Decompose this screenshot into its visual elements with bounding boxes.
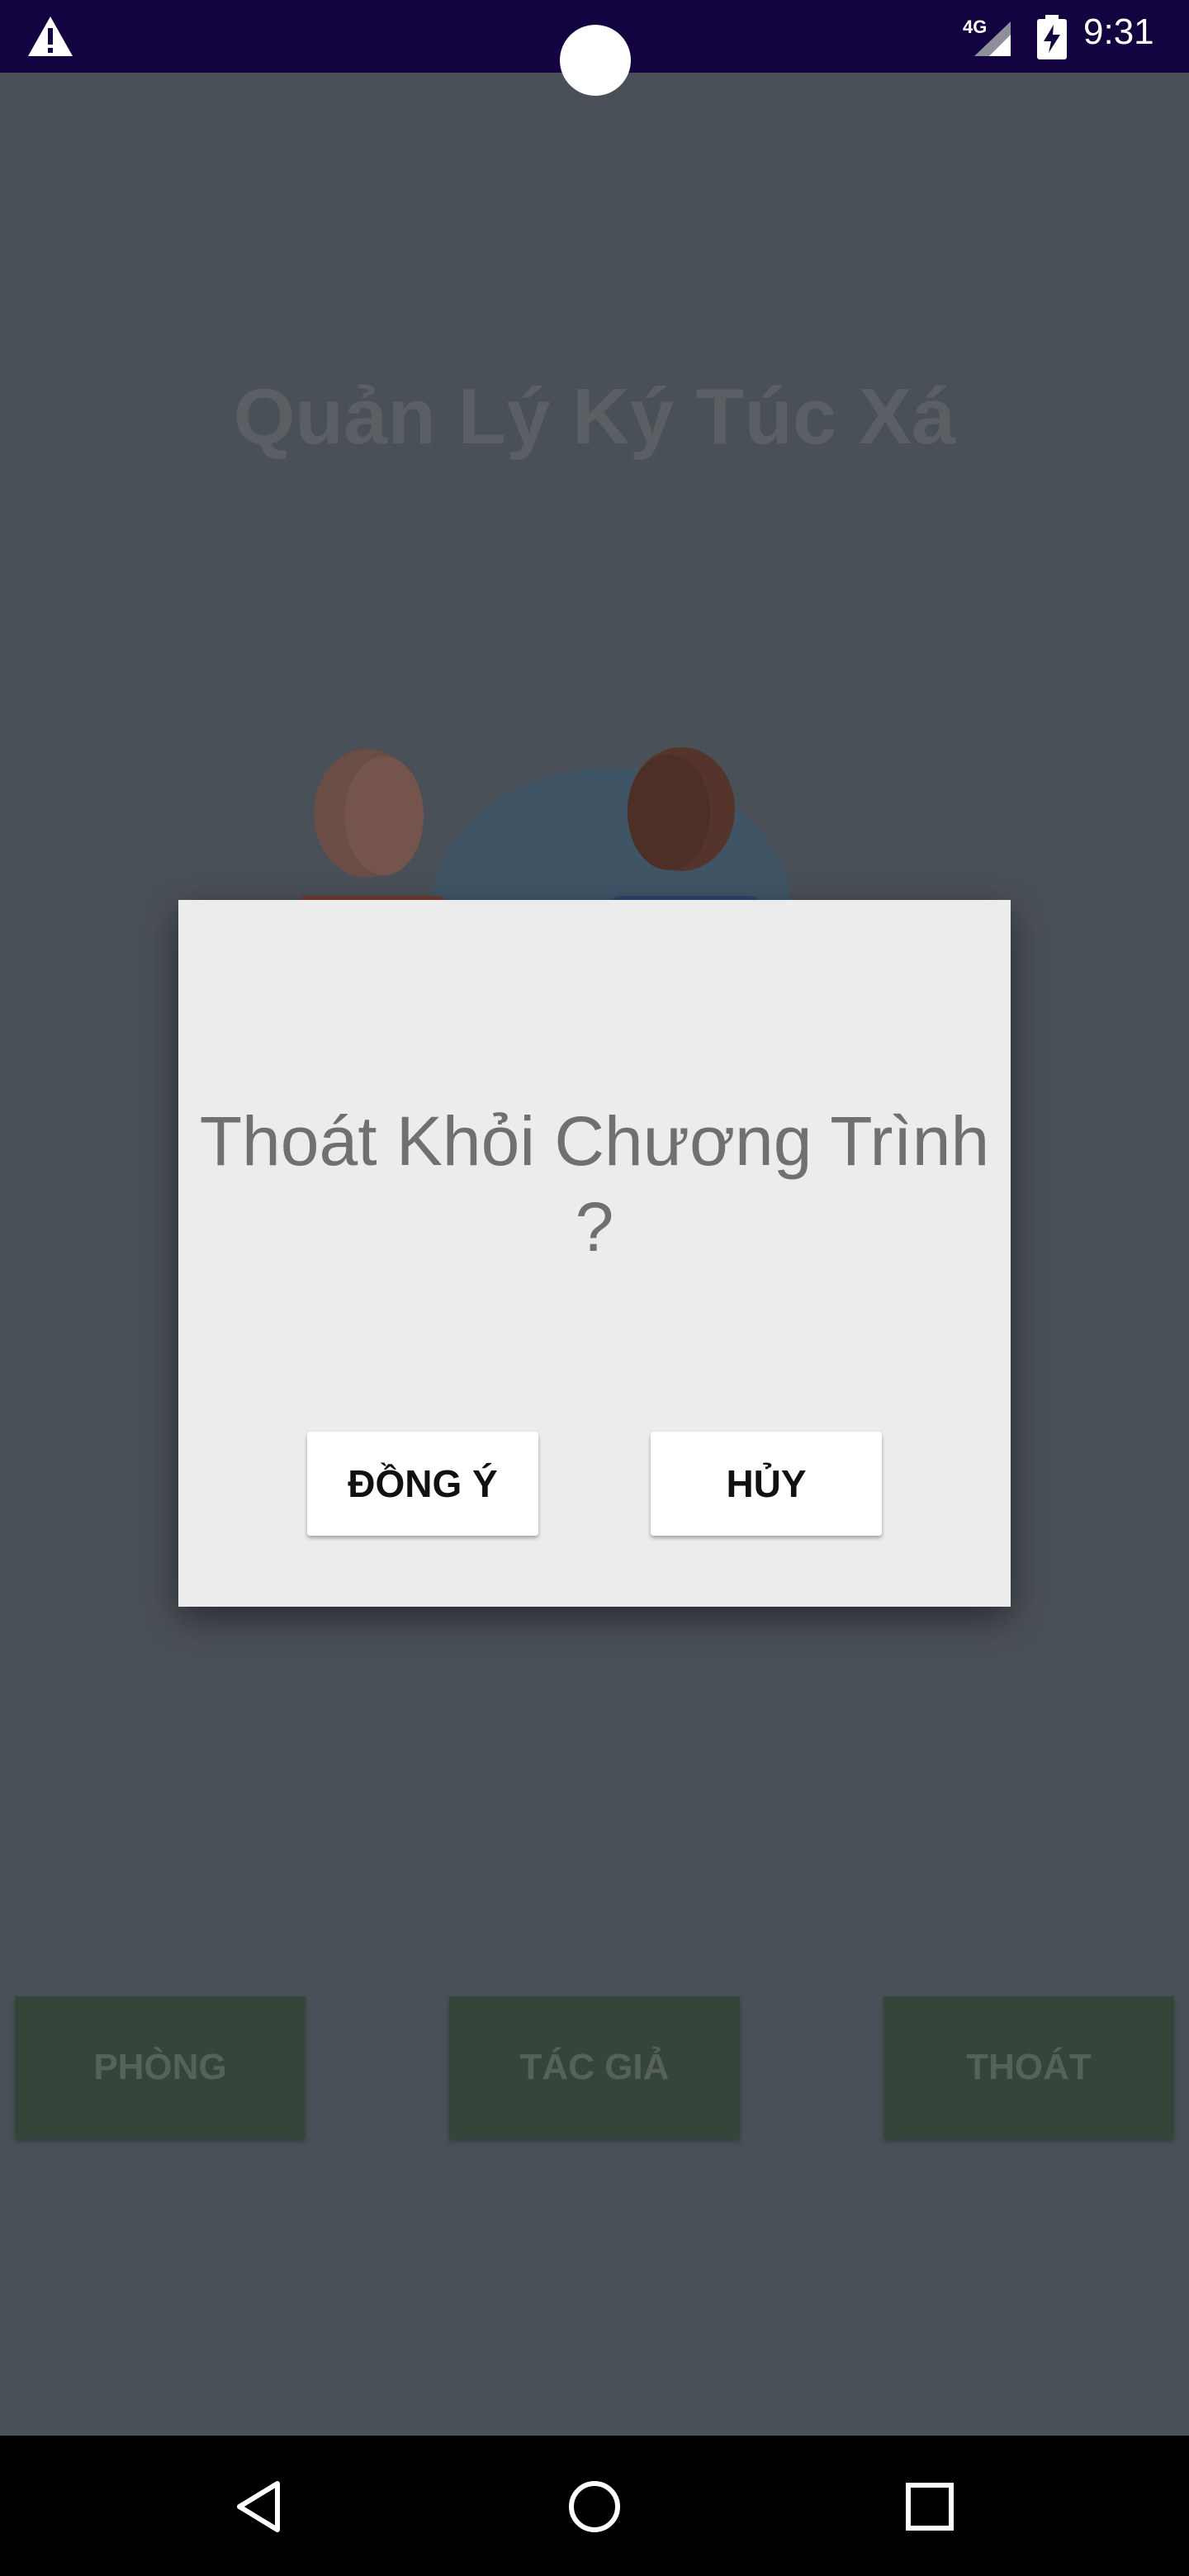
warning-icon xyxy=(28,17,73,56)
signal-icon xyxy=(974,21,1011,56)
clock: 9:31 xyxy=(1083,12,1154,52)
recents-icon[interactable] xyxy=(897,2474,963,2540)
author-button: TÁC GIẢ xyxy=(449,1996,740,2138)
exit-button: THOÁT xyxy=(883,1996,1174,2138)
navigation-bar xyxy=(0,2436,1189,2576)
app-title: Quản Lý Ký Túc Xá xyxy=(233,372,956,461)
status-bar: 4G 9:31 xyxy=(0,0,1189,96)
students-illustration xyxy=(297,747,793,908)
back-icon[interactable] xyxy=(228,2474,294,2540)
home-icon[interactable] xyxy=(561,2474,628,2540)
battery-charging-icon xyxy=(1037,15,1067,59)
cancel-button[interactable]: HỦY xyxy=(651,1432,882,1536)
confirm-button[interactable]: ĐỒNG Ý xyxy=(307,1432,538,1536)
exit-confirm-dialog: Thoát Khỏi Chương Trình ? ĐỒNG Ý HỦY xyxy=(178,900,1011,1607)
camera-cutout xyxy=(560,25,631,96)
dialog-message: Thoát Khỏi Chương Trình ? xyxy=(199,1102,990,1266)
rooms-button: PHÒNG xyxy=(15,1996,306,2138)
